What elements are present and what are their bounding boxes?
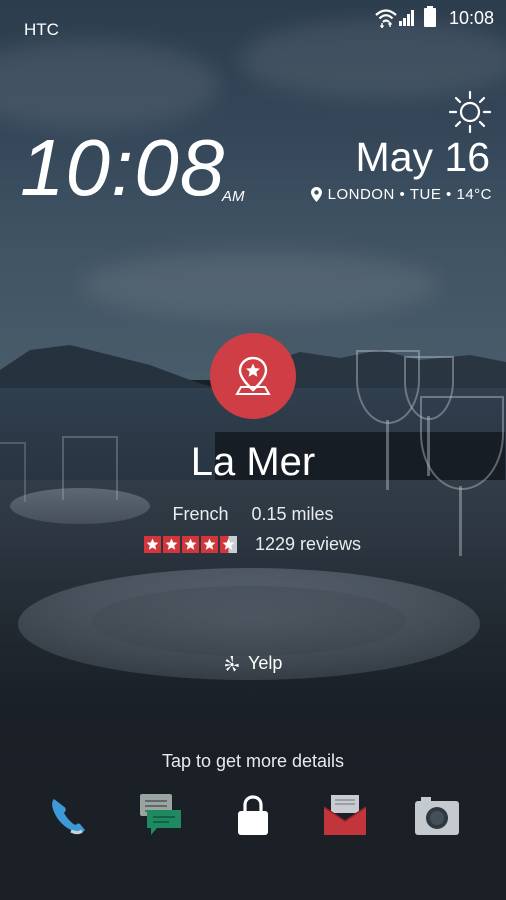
- location-pin-icon: [310, 187, 322, 202]
- phone-shortcut[interactable]: [41, 788, 95, 842]
- lockscreen-date: May 16: [355, 134, 490, 180]
- rating-star: [182, 536, 199, 553]
- rating-row: 1229 reviews: [144, 534, 361, 555]
- location-star-pin-icon: [235, 356, 271, 395]
- unlock-button[interactable]: [226, 788, 280, 842]
- weather-location-row: LONDON • TUE • 14°C: [310, 186, 492, 203]
- mail-icon: [323, 795, 367, 835]
- clock-ampm: AM: [222, 188, 245, 205]
- rating-star: [220, 536, 237, 553]
- source-attribution[interactable]: Yelp: [224, 653, 282, 674]
- wifi-icon: [375, 9, 397, 28]
- star-rating: [144, 536, 239, 553]
- rating-star: [144, 536, 161, 553]
- cuisine-label: French: [172, 504, 229, 524]
- rating-star: [163, 536, 180, 553]
- temperature-label: 14°C: [456, 186, 492, 203]
- day-label: TUE: [409, 186, 442, 203]
- place-category-badge[interactable]: [210, 333, 296, 419]
- details-hint[interactable]: Tap to get more details: [0, 751, 506, 772]
- yelp-logo-icon: [225, 655, 239, 671]
- signal-icon: [399, 10, 414, 26]
- battery-icon: [424, 6, 436, 27]
- review-count: 1229 reviews: [255, 534, 362, 554]
- place-name[interactable]: La Mer: [0, 440, 506, 485]
- separator-dot: •: [441, 186, 457, 203]
- location-label: LONDON: [327, 186, 395, 203]
- messages-icon: [140, 794, 181, 835]
- messages-shortcut[interactable]: [133, 788, 187, 842]
- place-meta: French 0.15 miles: [0, 504, 506, 525]
- separator-dot: •: [394, 186, 410, 203]
- mail-shortcut[interactable]: [318, 788, 372, 842]
- status-time: 10:08: [448, 8, 494, 28]
- phone-icon: [52, 799, 85, 835]
- lock-icon: [238, 795, 268, 835]
- distance-label: 0.15 miles: [251, 504, 334, 524]
- carrier-label: HTC: [24, 20, 59, 39]
- sun-icon: [448, 90, 492, 134]
- rating-star: [201, 536, 218, 553]
- lockscreen-shortcuts: [0, 788, 506, 844]
- source-label: Yelp: [248, 653, 283, 673]
- status-bar: HTC 10:08: [0, 0, 506, 39]
- lockscreen-clock: 10:08: [20, 123, 226, 212]
- camera-shortcut[interactable]: [410, 788, 464, 842]
- camera-icon: [415, 797, 459, 835]
